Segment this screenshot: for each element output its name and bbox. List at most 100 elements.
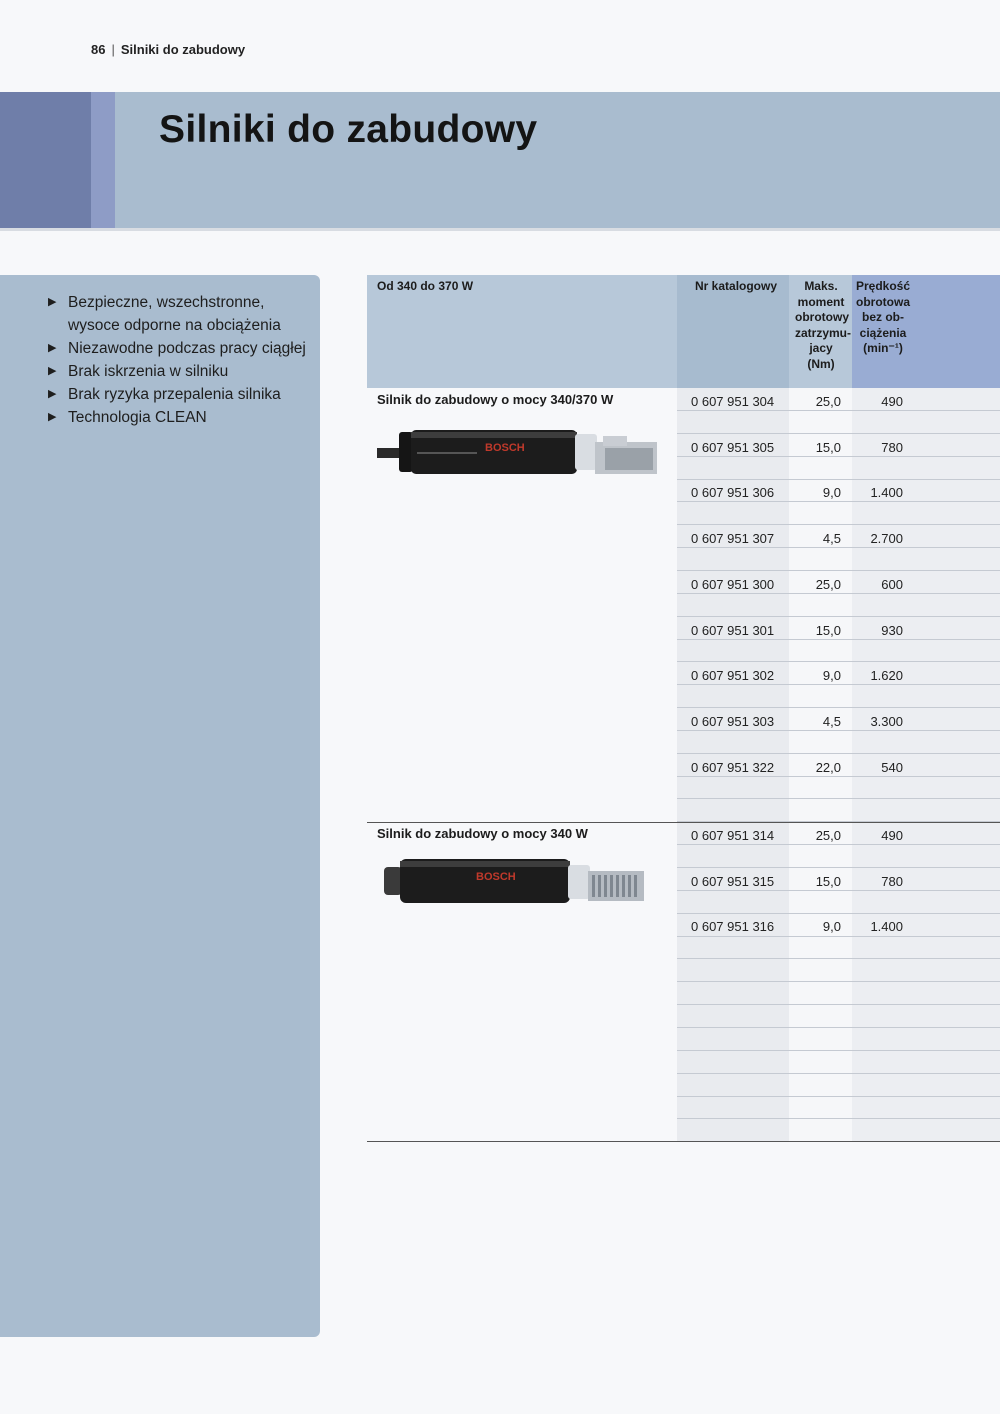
header-product-label: Od 340 do 370 W [377,279,474,293]
header-torque: Maks. moment obrotowy zatrzymu- jacy (Nm… [789,275,852,388]
speed-cell: 930 [881,623,903,638]
table-bottom-line [367,1141,1000,1142]
header-torque-label: Maks. moment obrotowy zatrzymu- jacy (Nm… [795,279,852,371]
speed-cell: 490 [881,828,903,843]
banner-stripe-dark [0,92,91,228]
bullet-triangle-icon: ▶ [48,365,57,377]
catalog-number-cell: 0 607 951 305 [691,440,775,455]
table-row: 0 607 951 304 25,0 490 [677,390,1000,412]
table-row: 0 607 951 314 25,0 490 [677,824,1000,846]
torque-cell: 9,0 [822,668,841,683]
row-gridline [677,616,1000,617]
bullet-triangle-icon: ▶ [48,388,57,400]
table-row: 0 607 951 306 9,0 1.400 [677,481,1000,503]
speed-cell: 1.620 [870,668,903,683]
row-gridline [677,798,1000,799]
feature-text: Bezpieczne, wszechstronne, wysoce odporn… [68,294,281,334]
feature-item: ▶ Niezawodne podczas pracy ciągłej [46,337,308,360]
row-gridline [677,1096,1000,1097]
page-title: Silniki do zabudowy [159,108,538,151]
feature-item: ▶ Bezpieczne, wszechstronne, wysoce odpor… [46,291,308,337]
bullet-triangle-icon: ▶ [48,411,57,423]
banner-shadow [0,228,1000,231]
row-gridline [677,913,1000,914]
row-gridline [677,958,1000,959]
table-row: 0 607 951 300 25,0 600 [677,573,1000,595]
torque-cell: 4,5 [822,714,841,729]
row-gridline [677,570,1000,571]
torque-cell: 9,0 [822,919,841,934]
feature-text: Brak iskrzenia w silniku [68,363,229,380]
table-row: 0 607 951 303 4,5 3.300 [677,710,1000,732]
catalog-number-cell: 0 607 951 304 [691,394,775,409]
row-gridline [677,707,1000,708]
speed-cell: 2.700 [870,531,903,546]
torque-cell: 4,5 [822,531,841,546]
group-separator [367,822,1000,823]
catalog-number-cell: 0 607 951 316 [691,919,775,934]
feature-list: ▶ Bezpieczne, wszechstronne, wysoce odpor… [46,291,308,429]
catalog-number-cell: 0 607 951 307 [691,531,775,546]
row-gridline [677,1004,1000,1005]
title-banner: Silniki do zabudowy [0,92,1000,228]
group-title: Silnik do zabudowy o mocy 340/370 W [377,392,614,407]
catalog-number-cell: 0 607 951 315 [691,874,775,889]
catalog-number-cell: 0 607 951 306 [691,485,775,500]
torque-cell: 15,0 [815,440,841,455]
motor-image-340-370w: BOSCH [377,430,657,474]
row-gridline [677,753,1000,754]
group-title: Silnik do zabudowy o mocy 340 W [377,826,588,841]
brand-label: BOSCH [485,442,525,454]
running-head-section: Silniki do zabudowy [120,42,246,57]
table-row: 0 607 951 301 15,0 930 [677,619,1000,641]
bullet-triangle-icon: ▶ [48,296,57,308]
header-catalog-label: Nr katalogowy [695,279,778,293]
row-gridline [677,433,1000,434]
table-row: 0 607 951 316 9,0 1.400 [677,915,1000,937]
feature-text: Technologia CLEAN [68,409,207,426]
header-product: Od 340 do 370 W [367,275,677,388]
row-gridline [677,1118,1000,1119]
feature-text: Niezawodne podczas pracy ciągłej [68,340,306,357]
header-speed-label: Prędkość obrotowa bez ob- ciążenia (min⁻… [856,279,911,355]
table-row: 0 607 951 315 15,0 780 [677,870,1000,892]
header-catalog: Nr katalogowy [677,275,789,388]
row-gridline [677,1073,1000,1074]
row-gridline [677,1050,1000,1051]
torque-cell: 25,0 [815,828,841,843]
table-row: 0 607 951 322 22,0 540 [677,756,1000,778]
speed-cell: 3.300 [870,714,903,729]
row-gridline [677,981,1000,982]
catalog-number-cell: 0 607 951 301 [691,623,775,638]
row-gridline [677,867,1000,868]
feature-item: ▶ Brak iskrzenia w silniku [46,360,308,383]
motor-image-340w: BOSCH [384,859,644,903]
torque-cell: 15,0 [815,874,841,889]
speed-cell: 1.400 [870,919,903,934]
running-head: 86 | Silniki do zabudowy [91,42,245,57]
torque-cell: 22,0 [815,760,841,775]
bullet-triangle-icon: ▶ [48,342,57,354]
feature-item: ▶ Technologia CLEAN [46,406,308,429]
catalog-number-cell: 0 607 951 303 [691,714,775,729]
catalog-number-cell: 0 607 951 314 [691,828,775,843]
torque-cell: 25,0 [815,577,841,592]
page-number: 86 [91,42,106,57]
banner-stripe-light [91,92,115,228]
table-row: 0 607 951 307 4,5 2.700 [677,527,1000,549]
table-row: 0 607 951 305 15,0 780 [677,436,1000,458]
speed-cell: 780 [881,874,903,889]
catalog-number-cell: 0 607 951 302 [691,668,775,683]
torque-cell: 25,0 [815,394,841,409]
table-row: 0 607 951 302 9,0 1.620 [677,664,1000,686]
row-gridline [677,524,1000,525]
speed-cell: 600 [881,577,903,592]
row-gridline [677,479,1000,480]
speed-cell: 540 [881,760,903,775]
brand-label: BOSCH [476,871,516,883]
speed-cell: 780 [881,440,903,455]
header-speed: Prędkość obrotowa bez ob- ciążenia (min⁻… [852,275,1000,388]
torque-cell: 9,0 [822,485,841,500]
speed-cell: 1.400 [870,485,903,500]
feature-text: Brak ryzyka przepalenia silnika [68,386,281,403]
